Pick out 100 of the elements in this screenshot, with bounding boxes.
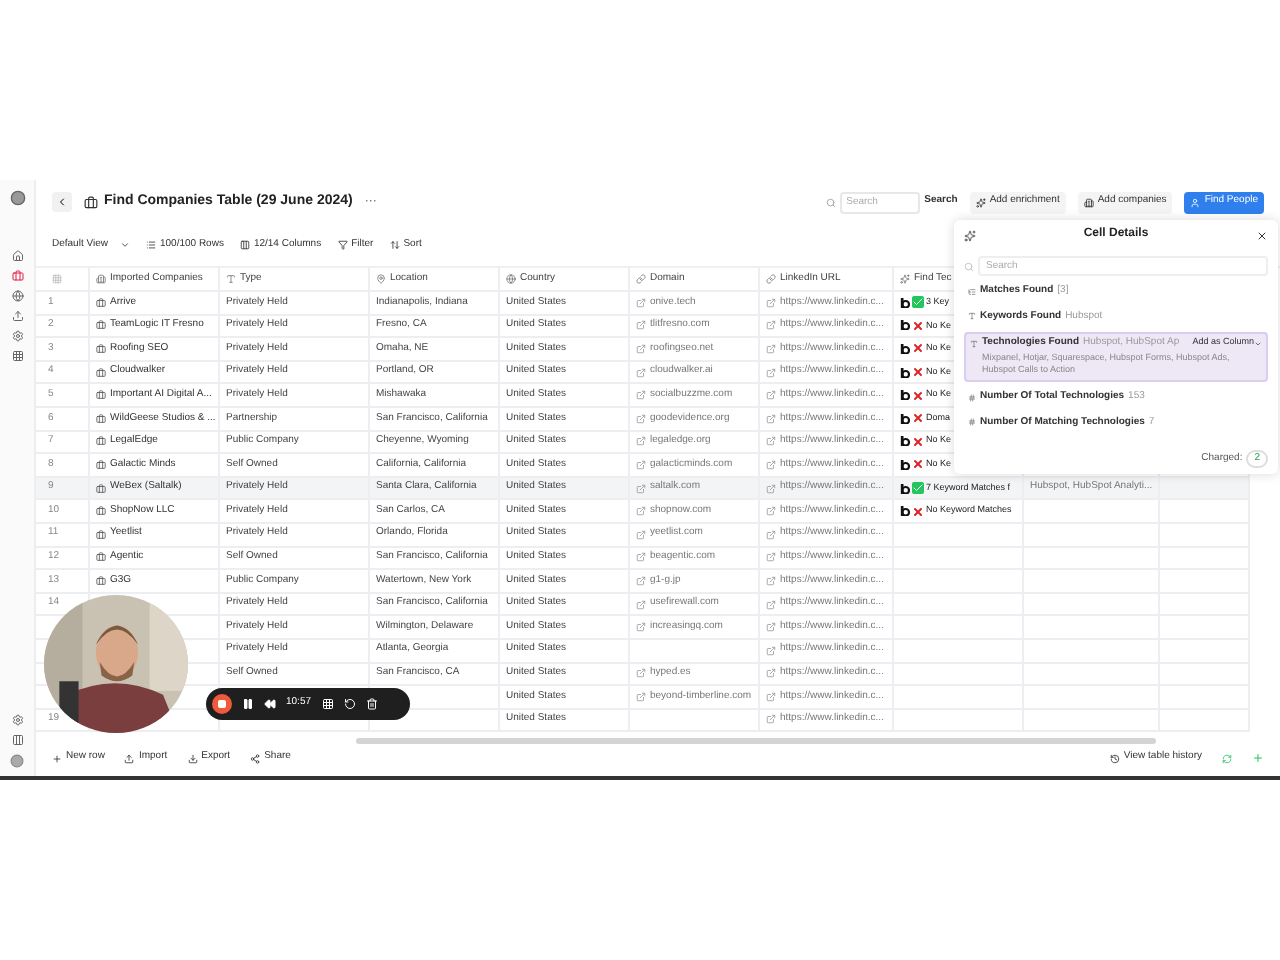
search-icon: [826, 197, 837, 207]
workspace-icon[interactable]: [9, 190, 25, 206]
external-link-icon: [636, 413, 646, 424]
plus-icon[interactable]: [52, 753, 62, 763]
filter-icon[interactable]: [337, 240, 348, 250]
cross-icon: [912, 505, 924, 518]
external-link-icon: [636, 599, 646, 610]
briefcase-icon: [96, 575, 106, 586]
stop-button[interactable]: [212, 694, 232, 714]
external-link-icon: [766, 483, 776, 494]
external-link-icon: [766, 529, 776, 540]
sparkle-icon[interactable]: [975, 197, 986, 207]
cross-icon: [912, 389, 924, 402]
sort-icon[interactable]: [389, 240, 400, 250]
briefcase-icon: [96, 529, 106, 540]
logo-icon: [900, 413, 910, 424]
briefcase-icon: [96, 413, 106, 424]
table-cell: [1160, 477, 1250, 501]
external-link-icon: [766, 506, 776, 517]
globe-icon[interactable]: [11, 290, 23, 302]
external-link-icon: [766, 390, 776, 401]
briefcase-icon: [96, 297, 106, 308]
logo-icon: [900, 483, 910, 494]
external-link-icon: [636, 390, 646, 401]
settings-icon[interactable]: [11, 714, 23, 726]
briefcase-icon: [96, 552, 106, 563]
cross-icon: [912, 412, 924, 425]
chevron-down-icon[interactable]: [119, 240, 130, 250]
logo-icon: [900, 506, 910, 517]
cross-icon: [912, 366, 924, 379]
download-icon[interactable]: [187, 753, 198, 763]
pause-icon[interactable]: [242, 698, 254, 710]
external-link-icon: [636, 367, 646, 378]
column-icon: [766, 274, 776, 284]
column-icon: [376, 274, 386, 284]
settings-icon[interactable]: [11, 330, 23, 342]
external-link-icon: [766, 343, 776, 354]
scrollbar[interactable]: [356, 738, 1156, 745]
cross-icon: [912, 458, 924, 471]
external-link-icon: [766, 436, 776, 447]
external-link-icon: [766, 599, 776, 610]
logo-icon: [900, 367, 910, 378]
field-type-icon: [968, 312, 976, 321]
logo-icon: [900, 320, 910, 331]
column-icon: [506, 274, 516, 284]
field-type-icon: [968, 393, 976, 402]
external-link-icon: [766, 297, 776, 308]
history-icon[interactable]: [1109, 753, 1120, 763]
person-icon[interactable]: [1190, 197, 1201, 207]
sparkle-icon: [964, 229, 976, 241]
briefcase-icon: [96, 506, 106, 517]
briefcase-icon[interactable]: [11, 270, 23, 282]
external-link-icon: [636, 575, 646, 586]
upload-icon[interactable]: [11, 310, 23, 322]
briefcase-icon: [96, 436, 106, 447]
share-icon[interactable]: [250, 753, 261, 763]
close-icon[interactable]: [1256, 229, 1268, 241]
field-type-icon: [970, 339, 978, 348]
building-icon[interactable]: [1083, 197, 1094, 207]
upload-icon[interactable]: [124, 753, 135, 763]
external-link-icon: [766, 622, 776, 633]
cross-icon: [912, 342, 924, 355]
logo-icon: [900, 343, 910, 354]
panel-icon[interactable]: [11, 734, 23, 746]
delete-icon[interactable]: [365, 698, 378, 710]
logo-icon: [900, 297, 910, 308]
field-type-icon: [968, 287, 976, 296]
field-type-icon: [968, 418, 976, 427]
external-link-icon: [766, 552, 776, 563]
external-link-icon: [766, 320, 776, 331]
external-link-icon: [766, 645, 776, 656]
briefcase-icon: [84, 195, 98, 209]
external-link-icon: [636, 320, 646, 331]
external-link-icon: [766, 367, 776, 378]
restart-icon[interactable]: [343, 698, 356, 710]
external-link-icon: [636, 622, 646, 633]
check-icon: [912, 482, 924, 495]
logo-icon: [900, 459, 910, 470]
logo-icon: [900, 390, 910, 401]
avatar-icon[interactable]: [10, 754, 24, 768]
external-link-icon: [636, 436, 646, 447]
home-icon[interactable]: [11, 250, 23, 262]
external-link-icon: [636, 343, 646, 354]
external-link-icon: [766, 413, 776, 424]
external-link-icon: [636, 529, 646, 540]
columns-icon[interactable]: [239, 240, 250, 250]
rewind-icon[interactable]: [264, 698, 276, 710]
logo-icon: [900, 436, 910, 447]
briefcase-icon: [96, 320, 106, 331]
cross-icon: [912, 435, 924, 448]
cross-icon: [912, 319, 924, 332]
external-link-icon: [636, 506, 646, 517]
briefcase-icon: [96, 483, 106, 494]
column-icon: [900, 274, 910, 284]
external-link-icon: [636, 552, 646, 563]
external-link-icon: [636, 483, 646, 494]
list-icon[interactable]: [145, 240, 156, 250]
external-link-icon: [766, 459, 776, 470]
briefcase-icon: [96, 390, 106, 401]
external-link-icon: [636, 668, 646, 679]
